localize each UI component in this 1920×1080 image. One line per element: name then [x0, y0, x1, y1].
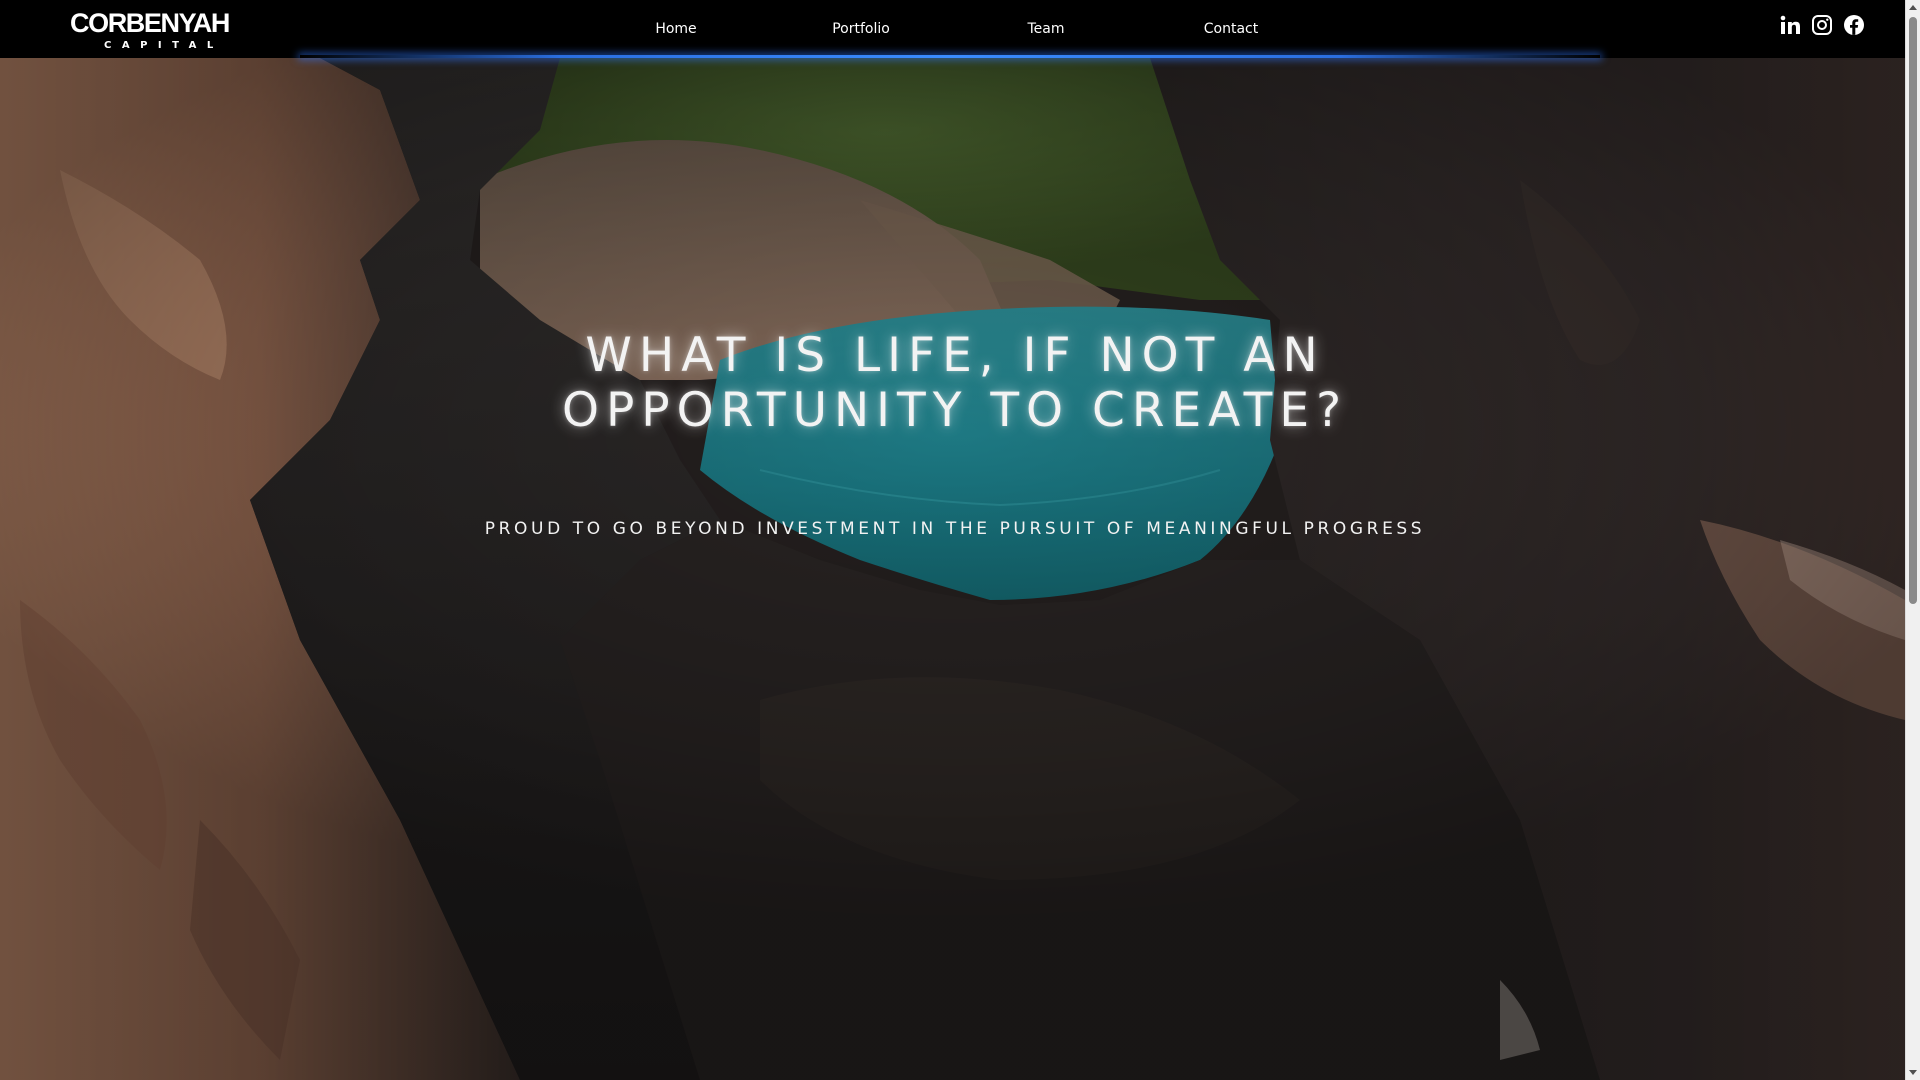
nav-link-home[interactable]: Home	[655, 19, 696, 39]
page-scrollbar[interactable]	[1905, 0, 1920, 1080]
nav-link-contact[interactable]: Contact	[1204, 19, 1258, 39]
social-links	[1778, 13, 1868, 37]
linkedin-icon[interactable]	[1778, 13, 1802, 37]
scroll-down-arrow-icon[interactable]	[1909, 1070, 1917, 1075]
site-header: CORBENYAH CAPITAL Home Portfolio Team Co…	[0, 0, 1905, 58]
facebook-icon[interactable]	[1842, 13, 1866, 37]
header-accent-glow	[300, 55, 1600, 58]
hero-subheading: PROUD TO GO BEYOND INVESTMENT IN THE PUR…	[484, 519, 1426, 539]
nav-link-portfolio[interactable]: Portfolio	[832, 19, 890, 39]
hero-overlay	[0, 0, 1905, 1080]
scroll-thumb[interactable]	[1909, 17, 1917, 604]
nav-link-team[interactable]: Team	[1027, 19, 1064, 39]
hero-headline: WHAT IS LIFE, IF NOT AN OPPORTUNITY TO C…	[460, 328, 1450, 438]
instagram-icon[interactable]	[1810, 13, 1834, 37]
hero-headline-line-1: WHAT IS LIFE, IF NOT AN	[585, 328, 1325, 383]
scroll-up-arrow-icon[interactable]	[1909, 5, 1917, 10]
hero-headline-line-2: OPPORTUNITY TO CREATE?	[561, 383, 1349, 438]
hero-background	[0, 0, 1905, 1080]
main-nav: Home Portfolio Team Contact	[0, 0, 1905, 58]
